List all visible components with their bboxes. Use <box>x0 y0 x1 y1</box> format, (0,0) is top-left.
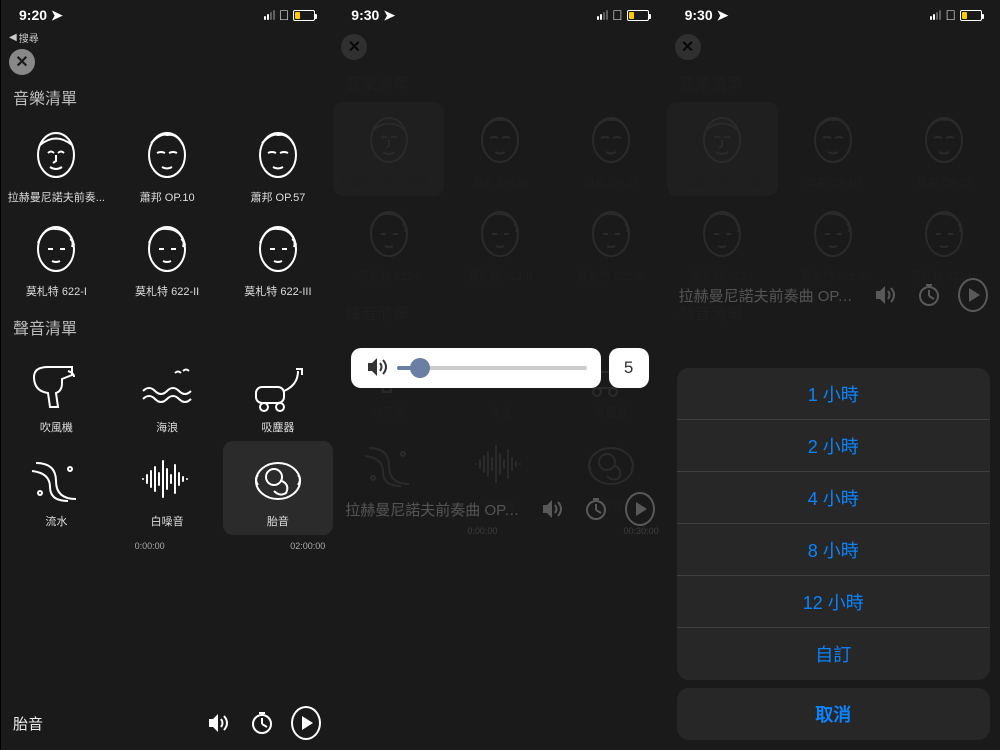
close-button[interactable]: ✕ <box>341 34 367 60</box>
progress-times: 0:00:0002:00:00 <box>1 535 333 551</box>
timer-option[interactable]: 1 小時 <box>677 368 990 420</box>
music-item[interactable]: 莫札特 622-I <box>333 196 444 290</box>
volume-thumb[interactable] <box>410 358 430 378</box>
music-item[interactable]: 莫札特 622-III <box>223 211 334 305</box>
location-icon: ➤ <box>383 7 395 24</box>
play-button[interactable] <box>625 494 655 524</box>
music-item-selected[interactable]: 拉赫曼尼諾夫前奏... <box>667 102 778 196</box>
wifi-icon: 􀙇 <box>612 7 623 23</box>
battery-icon <box>627 10 649 21</box>
volume-track[interactable] <box>397 366 586 370</box>
clock: 9:30 <box>685 7 713 23</box>
location-icon: ➤ <box>51 7 63 24</box>
status-bar: 9:20➤ 􀙇 <box>1 0 333 30</box>
now-playing-title: 拉赫曼尼諾夫前奏曲 OP.32 <box>345 499 522 520</box>
volume-slider[interactable] <box>351 348 600 388</box>
wifi-icon: 􀙇 <box>279 7 290 23</box>
music-item-selected[interactable]: 拉赫曼尼諾夫前奏... <box>333 102 444 196</box>
timer-option[interactable]: 2 小時 <box>677 420 990 472</box>
music-item[interactable]: 拉赫曼尼諾夫前奏... <box>1 117 112 211</box>
music-item[interactable]: 莫札特 622-I <box>667 196 778 290</box>
speaker-icon <box>365 355 387 382</box>
music-item[interactable]: 莫札特 622-III <box>889 196 1000 290</box>
signal-icon <box>930 10 941 20</box>
status-bar: 9:30➤ 􀙇 <box>333 0 666 30</box>
music-item[interactable]: 蕭邦 OP.57 <box>555 102 666 196</box>
close-button[interactable]: ✕ <box>9 49 35 75</box>
close-button[interactable]: ✕ <box>675 34 701 60</box>
timer-button[interactable] <box>247 708 277 738</box>
play-button[interactable] <box>291 708 321 738</box>
music-item[interactable]: 蕭邦 OP.57 <box>223 117 334 211</box>
sound-item[interactable]: 流水 <box>1 441 112 535</box>
play-button[interactable] <box>958 280 988 310</box>
sound-item[interactable]: 吸塵器 <box>223 347 334 441</box>
sound-item[interactable]: 白噪音 <box>112 441 223 535</box>
signal-icon <box>264 10 275 20</box>
music-item[interactable]: 莫札特 622-III <box>555 196 666 290</box>
screen-1: 9:20➤ 􀙇 ◀ 搜尋 ✕ 音樂清單 拉赫曼尼諾夫前奏... 蕭邦 OP.10… <box>0 0 333 750</box>
sound-item[interactable]: 海浪 <box>112 347 223 441</box>
music-item[interactable]: 蕭邦 OP.10 <box>444 102 555 196</box>
music-item[interactable]: 莫札特 622-II <box>444 196 555 290</box>
player-bar: 胎音 <box>1 708 333 738</box>
music-item[interactable]: 蕭邦 OP.10 <box>112 117 223 211</box>
wifi-icon: 􀙇 <box>945 7 956 23</box>
timer-option[interactable]: 12 小時 <box>677 576 990 628</box>
battery-icon <box>960 10 982 21</box>
music-item[interactable]: 莫札特 622-I <box>1 211 112 305</box>
timer-action-sheet: 1 小時 2 小時 4 小時 8 小時 12 小時 自訂 取消 <box>677 368 990 740</box>
sound-item-selected[interactable]: 胎音 <box>223 441 334 535</box>
timer-option[interactable]: 8 小時 <box>677 524 990 576</box>
volume-overlay: 5 <box>351 348 648 388</box>
sound-grid: 吹風機 海浪 吸塵器 流水 白噪音 胎音 <box>1 347 333 535</box>
timer-button[interactable] <box>914 280 944 310</box>
timer-option[interactable]: 4 小時 <box>677 472 990 524</box>
music-item[interactable]: 蕭邦 OP.57 <box>889 102 1000 196</box>
now-playing-title: 胎音 <box>13 713 189 734</box>
screen-2: 9:30➤ 􀙇 ✕ 音樂清單 拉赫曼尼諾夫前奏... 蕭邦 OP.10 蕭邦 O… <box>333 0 666 750</box>
clock: 9:20 <box>19 7 47 23</box>
music-item[interactable]: 蕭邦 OP.10 <box>778 102 889 196</box>
music-item[interactable]: 莫札特 622-II <box>112 211 223 305</box>
now-playing-title: 拉赫曼尼諾夫前奏曲 OP.32 <box>679 285 856 306</box>
status-bar: 9:30➤ 􀙇 <box>667 0 1000 30</box>
sound-item[interactable]: 吹風機 <box>1 347 112 441</box>
screen-3: 9:30➤ 􀙇 ✕ 音樂清單 拉赫曼尼諾夫前奏... 蕭邦 OP.10 蕭邦 O… <box>667 0 1000 750</box>
music-grid: 拉赫曼尼諾夫前奏... 蕭邦 OP.10 蕭邦 OP.57 莫札特 622-I … <box>1 117 333 305</box>
volume-button[interactable] <box>537 494 567 524</box>
timer-option-custom[interactable]: 自訂 <box>677 628 990 680</box>
volume-button[interactable] <box>203 708 233 738</box>
clock: 9:30 <box>351 7 379 23</box>
timer-button[interactable] <box>581 494 611 524</box>
timer-cancel[interactable]: 取消 <box>677 688 990 740</box>
sound-header: 聲音清單 <box>1 305 333 347</box>
location-icon: ➤ <box>717 7 729 24</box>
volume-button[interactable] <box>870 280 900 310</box>
music-item[interactable]: 莫札特 622-II <box>778 196 889 290</box>
signal-icon <box>597 10 608 20</box>
back-to-search[interactable]: ◀ 搜尋 <box>1 30 333 45</box>
battery-icon <box>293 10 315 21</box>
volume-value[interactable]: 5 <box>609 348 649 388</box>
music-header: 音樂清單 <box>1 75 333 117</box>
